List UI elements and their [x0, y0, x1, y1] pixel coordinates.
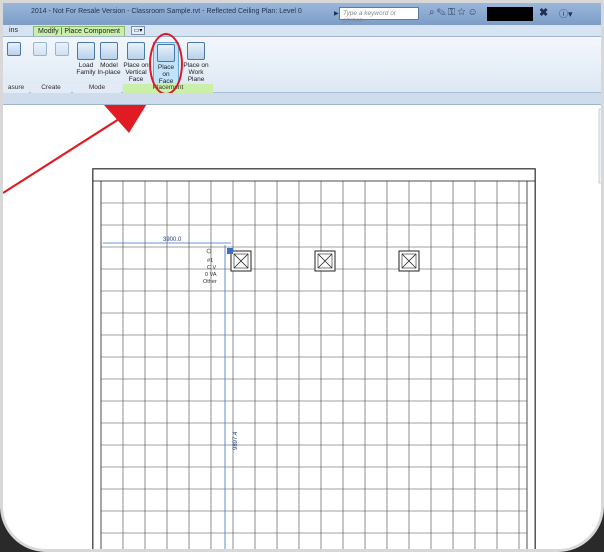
room-outline — [92, 168, 536, 549]
tab-modify-place-component[interactable]: Modify | Place Component — [33, 26, 125, 36]
panel-mode-label: Mode — [73, 84, 121, 93]
tab-add-ins[interactable]: ins — [5, 26, 22, 35]
ribbon-toggle-icon[interactable]: ▭▾ — [131, 26, 145, 35]
place-vertical-face-label-1: Place on — [123, 62, 149, 69]
dimension-vertical-value[interactable]: 9897.4 — [233, 431, 239, 450]
create-group-button[interactable] — [55, 42, 69, 58]
dimension-horizontal-value[interactable]: 3900.0 — [163, 237, 182, 243]
options-bar — [3, 93, 601, 105]
place-on-work-plane-button[interactable]: Place on Work Plane — [181, 42, 211, 83]
element-symbol-icon — [206, 248, 212, 254]
light-fixture[interactable] — [314, 250, 336, 272]
panel-measure-label: asure — [3, 84, 29, 93]
wall-left — [92, 168, 102, 549]
model-in-place-button[interactable]: Model In-place — [97, 42, 121, 76]
ceiling-plan-view[interactable]: 3900.0 9897.4 #1 C V 0 VA Other — [3, 89, 604, 552]
tag-line-2: C V — [207, 265, 217, 271]
tag-line-1: #1 — [207, 258, 213, 264]
light-fixtures — [230, 250, 420, 272]
load-family-button[interactable]: Load Family — [75, 42, 97, 76]
wall-top — [92, 168, 536, 182]
navigation-bar[interactable] — [598, 108, 604, 184]
create-similar-button[interactable] — [33, 42, 47, 58]
communication-icon[interactable]: ✎ — [437, 7, 448, 18]
search-expand-icon[interactable]: ▶ — [334, 10, 339, 17]
model-in-place-icon — [100, 42, 118, 60]
place-work-plane-label-1: Place on — [183, 62, 209, 69]
wall-right — [526, 168, 536, 549]
red-arrow-head — [104, 89, 156, 133]
tag-line-3: 0 VA — [205, 272, 217, 278]
favorites-star-icon[interactable]: ☆ — [457, 7, 467, 18]
tag-line-4: Other — [203, 279, 217, 285]
revit-window: 2014 - Not For Resale Version - Classroo… — [0, 0, 604, 552]
create-similar-icon — [33, 42, 47, 56]
place-work-plane-label-2: Work Plane — [187, 69, 205, 83]
red-arrow-shaft — [3, 118, 120, 194]
vertical-face-icon — [127, 42, 145, 60]
light-fixture[interactable] — [398, 250, 420, 272]
selected-family-grip[interactable] — [227, 248, 233, 254]
load-family-label-2: Family — [76, 69, 96, 76]
title-bar: 2014 - Not For Resale Version - Classroo… — [3, 3, 601, 25]
light-fixture[interactable] — [230, 250, 252, 272]
binoculars-icon[interactable]: ⌕ — [429, 7, 437, 18]
redacted-username — [487, 7, 533, 21]
infocenter-icons[interactable]: ⌕✎⚿☆☺ — [429, 7, 480, 18]
help-icon[interactable]: ⓘ▾ — [559, 7, 573, 20]
user-icon[interactable]: ☺ — [468, 7, 480, 18]
exchange-apps-icon[interactable]: ✖ — [539, 6, 548, 19]
window-title: 2014 - Not For Resale Version - Classroo… — [31, 8, 302, 15]
drawing-canvas[interactable]: 3900.0 9897.4 #1 C V 0 VA Other — [3, 89, 604, 552]
load-family-label-1: Load — [78, 62, 94, 69]
model-in-place-label-2: In-place — [97, 69, 121, 76]
place-vertical-face-label-2: Vertical Face — [125, 69, 147, 83]
highlight-oval-annotation — [149, 33, 183, 95]
ribbon: Load Family Model In-place Place on Vert… — [3, 37, 601, 93]
model-in-place-label-1: Model — [100, 62, 118, 69]
panel-create-label: Create — [31, 84, 71, 93]
measure-tool-button[interactable] — [7, 42, 21, 58]
work-plane-icon — [187, 42, 205, 60]
subscription-icon[interactable]: ⚿ — [448, 7, 458, 18]
group-icon — [55, 42, 69, 56]
search-input[interactable]: Type a keyword or phrase — [339, 7, 419, 24]
measure-icon — [7, 42, 21, 56]
place-on-vertical-face-button[interactable]: Place on Vertical Face — [121, 42, 151, 83]
ribbon-tab-strip: ins Modify | Place Component ▭▾ — [3, 25, 601, 37]
load-family-icon — [77, 42, 95, 60]
